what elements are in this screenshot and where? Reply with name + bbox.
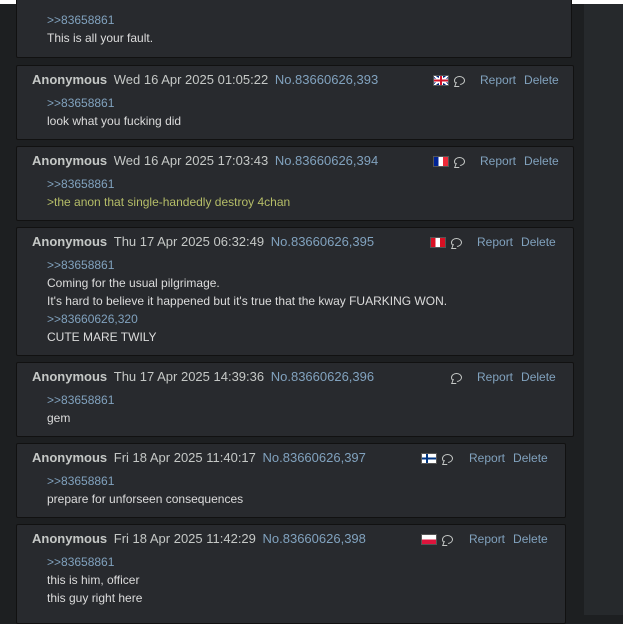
flag-poland-icon — [421, 534, 437, 545]
post-info: Anonymous Thu 17 Apr 2025 14:39:36 No.83… — [32, 369, 374, 385]
post-body: >>83658861 This is all your fault. — [47, 11, 153, 47]
post-text: It's hard to believe it happened but it'… — [47, 294, 448, 308]
post-info: Anonymous Fri 18 Apr 2025 11:42:29 No.83… — [32, 531, 366, 547]
reply-bubble-icon[interactable] — [451, 238, 462, 247]
post-text: gem — [47, 411, 71, 425]
reply-bubble-icon[interactable] — [451, 373, 462, 382]
flag-finland-icon — [421, 453, 437, 464]
post-partial: >>83658861 This is all your fault. — [16, 0, 572, 58]
post-body: >>83658861 >the anon that single-handedl… — [47, 175, 290, 211]
post-actions: Report Delete — [477, 369, 556, 385]
post-text: look what you fucking did — [47, 114, 182, 128]
report-button[interactable]: Report — [477, 370, 513, 384]
post-text: this is him, officer — [47, 573, 140, 587]
quote-link[interactable]: >>83658861 — [47, 256, 447, 274]
report-button[interactable]: Report — [480, 73, 516, 87]
reply-bubble-icon[interactable] — [442, 535, 453, 544]
quote-link[interactable]: >>83658861 — [47, 11, 153, 29]
post-info: Anonymous Thu 17 Apr 2025 06:32:49 No.83… — [32, 234, 374, 250]
greentext-line: >the anon that single-handedly destroy 4… — [47, 195, 291, 209]
post-text: CUTE MARE TWILY — [47, 330, 157, 344]
post-number-link[interactable]: No.83660626,394 — [275, 153, 378, 168]
flag-uk-icon — [433, 75, 449, 86]
delete-button[interactable]: Delete — [521, 235, 556, 249]
reply-bubble-icon[interactable] — [442, 454, 453, 463]
post-83660626394: Anonymous Wed 16 Apr 2025 17:03:43 No.83… — [16, 146, 574, 221]
post-body: >>83658861 gem — [47, 391, 114, 427]
poster-name: Anonymous — [32, 234, 108, 249]
post-info: Anonymous Wed 16 Apr 2025 17:03:43 No.83… — [32, 153, 378, 169]
post-number-link[interactable]: No.83660626,397 — [263, 450, 366, 465]
post-actions: Report Delete — [469, 450, 548, 466]
post-body: >>83658861 Coming for the usual pilgrima… — [47, 256, 447, 346]
post-83660626396: Anonymous Thu 17 Apr 2025 14:39:36 No.83… — [16, 362, 574, 437]
poster-name: Anonymous — [32, 369, 108, 384]
post-83660626395: Anonymous Thu 17 Apr 2025 06:32:49 No.83… — [16, 227, 574, 356]
post-body: >>83658861 look what you fucking did — [47, 94, 181, 130]
delete-button[interactable]: Delete — [524, 73, 559, 87]
report-button[interactable]: Report — [469, 532, 505, 546]
post-text: Coming for the usual pilgrimage. — [47, 276, 220, 290]
quote-link[interactable]: >>83658861 — [47, 391, 114, 409]
post-body: >>83658861 this is him, officer this guy… — [47, 553, 142, 607]
quote-link[interactable]: >>83658861 — [47, 472, 243, 490]
post-date: Wed 16 Apr 2025 17:03:43 — [113, 153, 269, 168]
poster-name: Anonymous — [32, 72, 108, 87]
post-info: Anonymous Fri 18 Apr 2025 11:40:17 No.83… — [32, 450, 366, 466]
reply-bubble-icon[interactable] — [454, 157, 465, 166]
delete-button[interactable]: Delete — [513, 451, 548, 465]
quote-link[interactable]: >>83658861 — [47, 175, 290, 193]
quote-link[interactable]: >>83658861 — [47, 94, 181, 112]
delete-button[interactable]: Delete — [521, 370, 556, 384]
reply-bubble-icon[interactable] — [454, 76, 465, 85]
flag-france-icon — [433, 156, 449, 167]
quote-link[interactable]: >>83660626,320 — [47, 310, 447, 328]
post-number-link[interactable]: No.83660626,393 — [275, 72, 378, 87]
post-83660626393: Anonymous Wed 16 Apr 2025 01:05:22 No.83… — [16, 65, 574, 140]
post-actions: Report Delete — [480, 72, 559, 88]
post-actions: Report Delete — [477, 234, 556, 250]
post-date: Fri 18 Apr 2025 11:42:29 — [113, 531, 256, 546]
delete-button[interactable]: Delete — [513, 532, 548, 546]
post-text: prepare for unforseen consequences — [47, 492, 244, 506]
post-number-link[interactable]: No.83660626,395 — [271, 234, 374, 249]
poster-name: Anonymous — [32, 531, 108, 546]
post-number-link[interactable]: No.83660626,396 — [271, 369, 374, 384]
post-text: This is all your fault. — [47, 31, 154, 45]
post-number-link[interactable]: No.83660626,398 — [263, 531, 366, 546]
post-info: Anonymous Wed 16 Apr 2025 01:05:22 No.83… — [32, 72, 378, 88]
post-date: Thu 17 Apr 2025 06:32:49 — [113, 234, 265, 249]
post-date: Thu 17 Apr 2025 14:39:36 — [113, 369, 265, 384]
post-date: Wed 16 Apr 2025 01:05:22 — [113, 72, 269, 87]
post-actions: Report Delete — [480, 153, 559, 169]
report-button[interactable]: Report — [477, 235, 513, 249]
delete-button[interactable]: Delete — [524, 154, 559, 168]
post-body: >>83658861 prepare for unforseen consequ… — [47, 472, 243, 508]
quote-link[interactable]: >>83658861 — [47, 553, 142, 571]
poster-name: Anonymous — [32, 153, 108, 168]
post-83660626397: Anonymous Fri 18 Apr 2025 11:40:17 No.83… — [16, 443, 566, 518]
post-text: this guy right here — [47, 591, 143, 605]
report-button[interactable]: Report — [480, 154, 516, 168]
post-date: Fri 18 Apr 2025 11:40:17 — [113, 450, 256, 465]
poster-name: Anonymous — [32, 450, 108, 465]
report-button[interactable]: Report — [469, 451, 505, 465]
post-actions: Report Delete — [469, 531, 548, 547]
flag-peru-icon — [430, 237, 446, 248]
post-83660626398: Anonymous Fri 18 Apr 2025 11:42:29 No.83… — [16, 524, 566, 624]
page-gutter — [584, 0, 623, 615]
